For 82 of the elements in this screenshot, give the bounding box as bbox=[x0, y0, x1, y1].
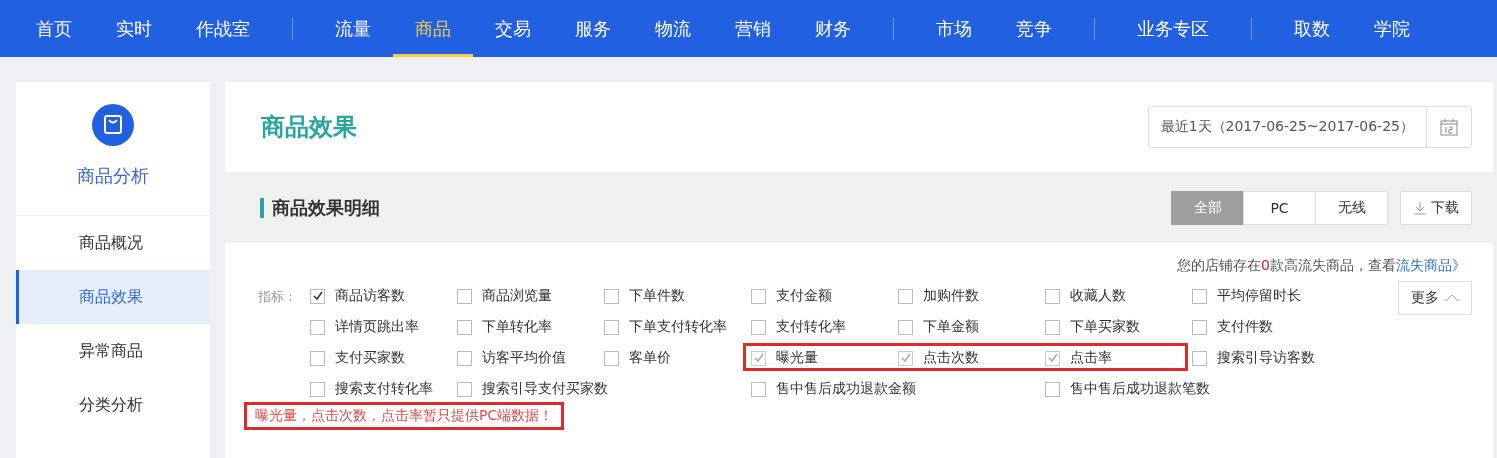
nav-tab[interactable]: 物流 bbox=[633, 0, 713, 57]
checkbox-label: 收藏人数 bbox=[1070, 287, 1126, 305]
checkbox-label: 加购件数 bbox=[923, 287, 979, 305]
nav-tab[interactable]: 交易 bbox=[473, 0, 553, 57]
checkbox[interactable] bbox=[457, 288, 472, 304]
checkbox-label: 点击率 bbox=[1070, 349, 1112, 367]
checkbox-label: 下单支付转化率 bbox=[629, 318, 727, 336]
checkbox-label: 曝光量 bbox=[776, 349, 818, 367]
lost-products-link[interactable]: 流失商品》 bbox=[1396, 257, 1466, 275]
page-title: 商品效果 bbox=[261, 112, 357, 143]
checkbox[interactable] bbox=[751, 319, 766, 335]
checkbox-label: 下单金额 bbox=[923, 318, 979, 336]
checkbox-label: 搜索引导支付买家数 bbox=[482, 380, 608, 398]
checkbox[interactable] bbox=[310, 288, 325, 304]
nav-tab[interactable]: 业务专区 bbox=[1115, 0, 1231, 57]
checkbox-label: 商品浏览量 bbox=[482, 287, 552, 305]
checkbox-label: 搜索支付转化率 bbox=[335, 380, 433, 398]
checkbox[interactable] bbox=[310, 350, 325, 366]
checkbox[interactable] bbox=[457, 319, 472, 335]
checkbox[interactable] bbox=[457, 381, 472, 397]
checkbox[interactable] bbox=[898, 319, 913, 335]
sidebar-item[interactable]: 异常商品 bbox=[16, 324, 210, 378]
nav-tab[interactable]: 取数 bbox=[1272, 0, 1352, 57]
checkbox-label: 支付金额 bbox=[776, 287, 832, 305]
chevron-up-icon bbox=[1445, 293, 1459, 303]
checkbox-label: 访客平均价值 bbox=[482, 349, 566, 367]
checkbox-label: 下单件数 bbox=[629, 287, 685, 305]
checkbox-label: 搜索引导访客数 bbox=[1217, 349, 1315, 367]
device-tab[interactable]: PC bbox=[1243, 190, 1316, 225]
calendar-icon bbox=[1439, 117, 1459, 137]
checkbox[interactable] bbox=[1045, 381, 1060, 397]
more-button[interactable]: 更多 bbox=[1398, 281, 1472, 315]
nav-tab[interactable]: 竞争 bbox=[994, 0, 1074, 57]
checkbox-label: 下单买家数 bbox=[1070, 318, 1140, 336]
date-range-picker[interactable]: 最近1天（2017-06-25~2017-06-25） bbox=[1147, 106, 1472, 148]
checkbox[interactable] bbox=[604, 319, 619, 335]
nav-tab[interactable]: 商品 bbox=[393, 0, 473, 57]
pc-only-note: 曝光量，点击次数，点击率暂只提供PC端数据！ bbox=[244, 402, 565, 430]
checkbox-label: 支付件数 bbox=[1217, 318, 1273, 336]
nav-tab[interactable]: 首页 bbox=[14, 0, 94, 57]
sidebar-item[interactable]: 商品效果 bbox=[16, 270, 210, 324]
nav-tab[interactable]: 学院 bbox=[1352, 0, 1432, 57]
checkbox[interactable] bbox=[604, 288, 619, 304]
nav-tab[interactable]: 服务 bbox=[553, 0, 633, 57]
checkbox-label: 下单转化率 bbox=[482, 318, 552, 336]
sidebar-title: 商品分析 bbox=[77, 164, 149, 188]
checkbox[interactable] bbox=[1192, 350, 1207, 366]
device-tab[interactable]: 无线 bbox=[1315, 190, 1388, 225]
nav-tab[interactable]: 流量 bbox=[313, 0, 393, 57]
lost-products-notice: 您的店铺存在0款高流失商品，查看 bbox=[1177, 257, 1396, 275]
nav-tab[interactable]: 营销 bbox=[713, 0, 793, 57]
checkbox-label: 售中售后成功退款笔数 bbox=[1070, 380, 1210, 398]
checkbox[interactable] bbox=[457, 350, 472, 366]
shopping-bag-icon bbox=[92, 104, 134, 146]
checkbox-label: 售中售后成功退款金额 bbox=[776, 380, 916, 398]
date-range-text: 最近1天（2017-06-25~2017-06-25） bbox=[1159, 117, 1415, 136]
checkbox-label: 详情页跳出率 bbox=[335, 318, 419, 336]
sidebar-item[interactable]: 商品概况 bbox=[16, 216, 210, 270]
checkbox[interactable] bbox=[1045, 319, 1060, 335]
checkbox-label: 点击次数 bbox=[923, 349, 979, 367]
checkbox-label: 平均停留时长 bbox=[1217, 287, 1301, 305]
checkbox[interactable] bbox=[310, 381, 325, 397]
download-icon bbox=[1413, 200, 1427, 215]
nav-tab[interactable]: 财务 bbox=[793, 0, 873, 57]
checkbox[interactable] bbox=[1192, 288, 1207, 304]
checkbox[interactable] bbox=[751, 288, 766, 304]
checkbox-label: 支付转化率 bbox=[776, 318, 846, 336]
checkbox[interactable] bbox=[1192, 319, 1207, 335]
checkbox-label: 支付买家数 bbox=[335, 349, 405, 367]
nav-tab[interactable]: 市场 bbox=[914, 0, 994, 57]
checkbox[interactable] bbox=[604, 350, 619, 366]
checkbox[interactable] bbox=[1045, 288, 1060, 304]
metrics-label: 指标： bbox=[258, 288, 298, 306]
nav-tab[interactable]: 实时 bbox=[94, 0, 174, 57]
sidebar-item[interactable]: 分类分析 bbox=[16, 378, 210, 432]
checkbox-label: 商品访客数 bbox=[335, 287, 405, 305]
nav-tab[interactable]: 作战室 bbox=[174, 0, 272, 57]
checkbox-label: 客单价 bbox=[629, 349, 671, 367]
checkbox[interactable] bbox=[751, 381, 766, 397]
download-button[interactable]: 下载 bbox=[1400, 190, 1472, 225]
checkbox[interactable] bbox=[898, 288, 913, 304]
checkbox[interactable] bbox=[310, 319, 325, 335]
